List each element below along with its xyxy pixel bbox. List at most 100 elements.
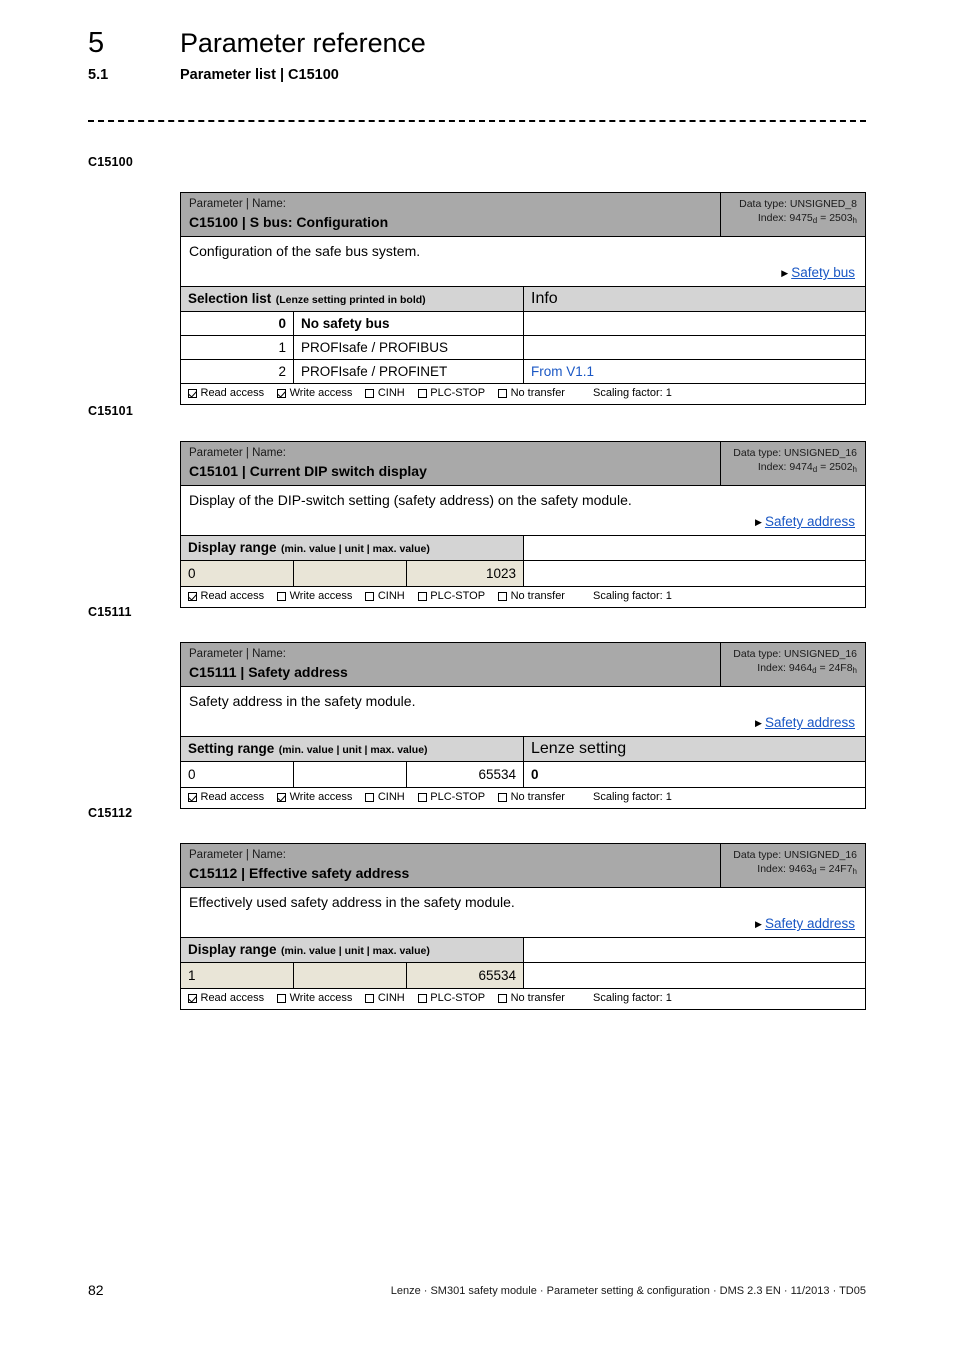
- checkbox-plc-stop[interactable]: [417, 389, 427, 398]
- checkbox-read-access[interactable]: [188, 793, 197, 802]
- section-number: 5.1: [88, 67, 109, 83]
- access-flag-cinh: CINH: [365, 386, 405, 401]
- triangle-right-icon: ▶: [755, 718, 762, 728]
- triangle-right-icon: ▶: [781, 268, 789, 278]
- parameter-meta: Data type: UNSIGNED_16 Index: 9464d = 24F…: [721, 643, 865, 686]
- checkbox-no-transfer[interactable]: [498, 389, 508, 398]
- checkbox-no-transfer[interactable]: [498, 592, 508, 601]
- access-flag-read-access: Read access: [188, 589, 264, 604]
- triangle-right-icon: ▶: [755, 517, 762, 527]
- index-hex-suffix: h: [852, 216, 857, 225]
- checkbox-write-access[interactable]: [277, 389, 287, 398]
- access-label-plc-stop: PLC-STOP: [430, 791, 486, 803]
- parameter-description-row: Safety address in the safety module. ▶ Saf…: [181, 687, 865, 737]
- index-decimal-suffix: d: [812, 666, 817, 675]
- subtable-header-left: Setting range (min. value | unit | max. …: [181, 737, 524, 761]
- subtable-header-row: Selection list (Lenze setting printed in…: [181, 287, 865, 312]
- selection-row[interactable]: 0 No safety bus: [181, 312, 865, 336]
- parameter-header-left: Parameter | Name: C15112 | Effective safe…: [181, 844, 721, 887]
- access-flag-cinh: CINH: [365, 790, 405, 805]
- access-label-no-transfer: No transfer: [510, 992, 565, 1004]
- scaling-factor: Scaling factor: 1: [592, 992, 672, 1004]
- subtable-header-left: Display range (min. value | unit | max. …: [181, 536, 524, 560]
- parameter-meta: Data type: UNSIGNED_8 Index: 9475d = 2503…: [721, 193, 865, 236]
- checkbox-cinh[interactable]: [365, 994, 375, 1003]
- checkbox-cinh[interactable]: [365, 592, 375, 601]
- margin-label-c15101: C15101: [88, 404, 133, 418]
- checkbox-plc-stop[interactable]: [417, 592, 427, 601]
- checkbox-cinh[interactable]: [365, 793, 375, 802]
- access-label-write-access: Write access: [289, 791, 353, 803]
- index-hex-suffix: h: [852, 465, 857, 474]
- parameter-table-c15100: Parameter | Name: C15100 | S bus: Configu…: [180, 192, 866, 405]
- checkbox-read-access[interactable]: [188, 994, 197, 1003]
- range-unit: [294, 963, 407, 988]
- checkbox-write-access[interactable]: [277, 994, 287, 1003]
- selection-info: From V1.1: [531, 364, 595, 379]
- parameter-table-c15101: Parameter | Name: C15101 | Current DIP sw…: [180, 441, 866, 608]
- access-label-cinh: CINH: [377, 992, 405, 1004]
- checkbox-write-access[interactable]: [277, 592, 287, 601]
- selection-row[interactable]: 1 PROFIsafe / PROFIBUS: [181, 336, 865, 360]
- access-flag-read-access: Read access: [188, 991, 264, 1006]
- checkbox-read-access[interactable]: [188, 592, 197, 601]
- selection-info: [524, 312, 865, 335]
- parameter-title: C15111 | Safety address: [189, 664, 348, 680]
- access-flag-read-access: Read access: [188, 386, 264, 401]
- access-label-plc-stop: PLC-STOP: [430, 387, 486, 399]
- margin-label-c15112: C15112: [88, 806, 133, 820]
- checkbox-no-transfer[interactable]: [498, 793, 508, 802]
- access-label-no-transfer: No transfer: [510, 791, 565, 803]
- parameter-header-row: Parameter | Name: C15101 | Current DIP sw…: [181, 442, 865, 486]
- range-min-value: 0: [181, 762, 294, 787]
- page-number: 82: [88, 1282, 104, 1298]
- access-flag-write-access: Write access: [277, 991, 352, 1006]
- scaling-factor: Scaling factor: 1: [592, 791, 672, 803]
- checkbox-write-access[interactable]: [277, 793, 287, 802]
- parameter-kicker: Parameter | Name:: [189, 447, 286, 459]
- selection-label: PROFIsafe / PROFINET: [294, 360, 524, 383]
- parameter-description: Display of the DIP-switch setting (safet…: [189, 492, 632, 508]
- access-label-plc-stop: PLC-STOP: [430, 590, 486, 602]
- range-row: 1 65534: [181, 963, 865, 989]
- range-max-value: 65534: [407, 762, 524, 787]
- margin-label-c15111: C15111: [88, 605, 132, 619]
- checkbox-read-access[interactable]: [188, 389, 197, 398]
- subtable-header-row: Setting range (min. value | unit | max. …: [181, 737, 865, 762]
- parameter-description-row: Configuration of the safe bus system. ▶ Sa…: [181, 237, 865, 287]
- checkbox-cinh[interactable]: [365, 389, 375, 398]
- parameter-data-type: Data type: UNSIGNED_8: [739, 198, 857, 210]
- access-label-read-access: Read access: [200, 992, 265, 1004]
- index-decimal-suffix: d: [812, 465, 818, 474]
- parameter-meta: Data type: UNSIGNED_16 Index: 9474d = 250…: [721, 442, 865, 485]
- subtable-header-left: Display range (min. value | unit | max. …: [181, 938, 524, 962]
- cross-reference-link[interactable]: Safety address: [765, 916, 855, 931]
- lenze-setting-value: [524, 963, 865, 988]
- subtable-header-title: Setting range: [188, 741, 275, 756]
- access-flag-plc-stop: PLC-STOP: [417, 790, 486, 805]
- cross-reference-link[interactable]: Safety bus: [791, 265, 855, 280]
- checkbox-plc-stop[interactable]: [417, 793, 427, 802]
- parameter-header-left: Parameter | Name: C15100 | S bus: Configu…: [181, 193, 721, 236]
- access-flag-plc-stop: PLC-STOP: [417, 991, 485, 1006]
- access-flag-plc-stop: PLC-STOP: [417, 386, 486, 401]
- cross-reference-link[interactable]: Safety address: [765, 514, 855, 529]
- document-page: 5 Parameter reference 5.1 Parameter list…: [0, 0, 954, 1350]
- checkbox-no-transfer[interactable]: [498, 994, 508, 1003]
- index-equals: =: [820, 212, 827, 224]
- access-flag-plc-stop: PLC-STOP: [417, 589, 486, 604]
- parameter-header-row: Parameter | Name: C15100 | S bus: Configu…: [181, 193, 865, 237]
- parameter-description-row: Effectively used safety address in the s…: [181, 888, 865, 938]
- parameter-header-left: Parameter | Name: C15111 | Safety address: [181, 643, 721, 686]
- selection-row[interactable]: 2 PROFIsafe / PROFINET From V1.1: [181, 360, 865, 384]
- subtable-header-note: (Lenze setting printed in bold): [275, 294, 426, 306]
- access-label-no-transfer: No transfer: [510, 590, 565, 602]
- subtable-header-right: Lenze setting: [524, 737, 865, 761]
- chapter-number: 5: [88, 27, 105, 59]
- index-hex: 24F7: [828, 863, 853, 875]
- subtable-header-right: [524, 938, 865, 962]
- range-row: 0 65534 0: [181, 762, 865, 788]
- parameter-kicker: Parameter | Name:: [189, 198, 286, 210]
- checkbox-plc-stop[interactable]: [417, 994, 427, 1003]
- cross-reference-link[interactable]: Safety address: [765, 715, 855, 730]
